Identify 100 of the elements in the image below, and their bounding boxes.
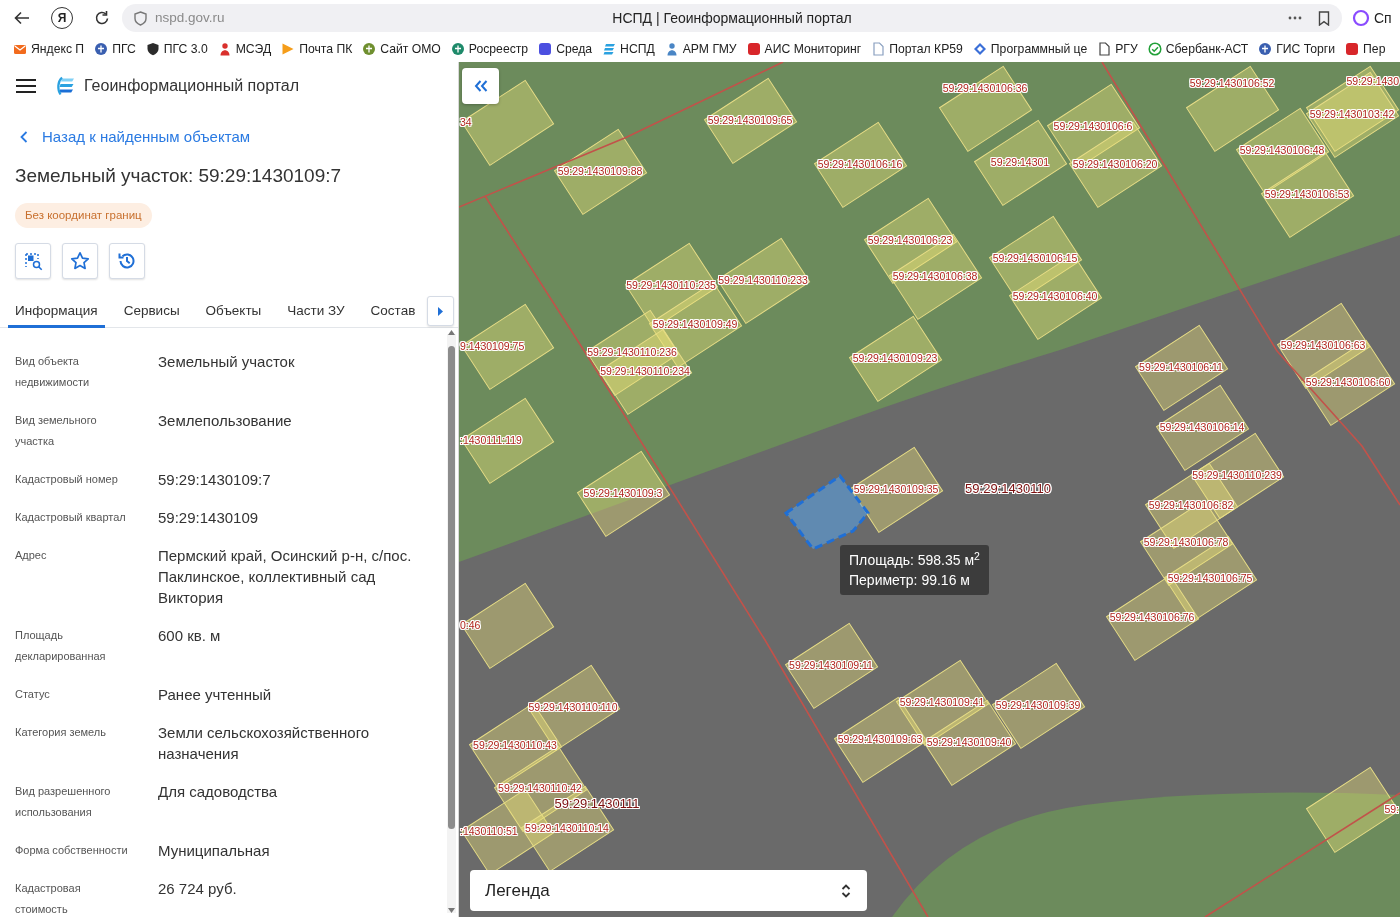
parcel-number-label: :1430111:119 [460,434,522,446]
property-label: Площадь декларированная [15,628,107,664]
area-reading: Площадь: 598.35 м$^{2}$ [849,550,980,570]
tab[interactable]: Состав [363,296,423,328]
object-title: Земельный участок: 59:29:1430109:7 [15,164,342,188]
bookmark-link[interactable]: Яндекс П [13,39,85,59]
stacked-lines-logo-icon [602,42,617,56]
parcel-number-label: 59:29:1430110:233 [718,274,808,286]
scrollbar-thumb[interactable] [448,346,455,829]
triangle-icon [281,42,296,56]
parcel-number-label: 59:29:1430106:48 [1239,144,1325,156]
chevron-up-down-icon [841,882,851,899]
status-badge: Без координат границ [15,203,152,228]
parcel-number-label: 59:29:1430103:42 [1309,108,1395,120]
history-icon [117,251,137,271]
parcel-number-label: 59:29:1430 [1346,75,1399,87]
page-title: НСПД | Геоинформационный портал [612,8,852,28]
tab[interactable]: Информация [8,296,105,328]
tab[interactable]: Части ЗУ [280,296,352,328]
parcel-number-label: 34 [460,116,472,128]
parcel-number-label: 59:29:1430106:40 [1012,290,1098,302]
menu-button[interactable] [16,79,36,93]
reload-icon [94,10,110,26]
parcel-number-label: 59:29:1430106:16 [817,158,903,170]
parcel-number-label: 59:29:1430106:53 [1264,188,1350,200]
area-search-button[interactable] [15,243,51,279]
star-icon [70,251,90,271]
parcel-number-label: 59:29:1430110:234 [600,365,690,377]
parcel-number-label: 59:29:1430109:23 [852,352,938,364]
perimeter-reading: Периметр: 99.16 м [849,571,971,590]
parcel-number-label: 59:29:1430106:82 [1148,499,1234,511]
bookmark-link[interactable]: Пер [1345,39,1386,59]
parcel-number-label: 59:29:1430109:3 [583,487,663,499]
parcel-number-label: 59:29:1430106:11 [1139,361,1223,373]
parcel-number-label: 59:29:1430109:11 [789,659,873,671]
parcel-number-label: 59:29:1430109:35 [853,483,939,495]
bookmark-link[interactable]: Почта ПК [281,39,353,59]
property-value: Землепользование [158,411,293,431]
parcel-number-label: 0:46 [460,619,481,631]
bookmark-link[interactable]: ПГС [94,39,136,59]
diamond-icon [972,42,987,56]
property-label: Категория земель [15,725,107,740]
property-value: Муниципальная [158,841,271,861]
bookmark-link[interactable]: Портал КР59 [871,39,963,59]
parcel-number-label: 59:29:1430110:43 [473,739,557,751]
favorite-button[interactable] [62,243,98,279]
scroll-up-arrow-icon[interactable] [448,330,455,335]
parcel-number-label: :1430110:51 [460,825,518,837]
property-value: 26 724 руб. [158,879,238,899]
tab[interactable]: Объекты [198,296,269,328]
parcel-number-label: 59:29:14301 [990,156,1050,168]
bookmark-link[interactable]: МСЭД [217,39,272,59]
property-label: Вид земельного участка [15,413,98,449]
bookmark-link[interactable]: Среда [538,39,593,59]
parcel-number-label: 59:29:1430106:63 [1280,339,1366,351]
double-chevron-left-icon [473,80,488,92]
bookmark-link[interactable]: Сбербанк-АСТ [1147,39,1249,59]
scroll-down-arrow-icon[interactable] [448,908,455,913]
assistant-button[interactable]: Сп [1352,7,1392,29]
bookmark-link[interactable]: Программный це [972,39,1088,59]
parcel-number-label: 59:29:1430110:239 [1192,469,1282,481]
check-circle-icon [1147,42,1162,56]
bookmark-link[interactable]: НСПД [602,39,655,59]
legend-dropdown[interactable]: Легенда [470,870,867,911]
property-label: Кадастровый номер [15,472,119,487]
parcel-number-label: 59:29:1430110:110 [528,701,618,713]
parcel-number-label: 59:29:1430110:14 [525,822,609,834]
tabs-scroll-button[interactable] [427,296,454,326]
property-value: Земельный участок [158,352,296,372]
yandex-button[interactable]: Я [51,7,73,29]
parcel-number-label: 59:29:1430106:20 [1072,158,1158,170]
chevron-left-icon [20,131,28,143]
bookmark-link[interactable]: ПГС 3.0 [145,39,208,59]
property-label: Адрес [15,548,48,563]
bookmark-link[interactable]: АРМ ГМУ [664,39,737,59]
bookmark-link[interactable]: АИС Мониторинг [746,39,862,59]
property-label: Кадастровый квартал [15,510,127,525]
plus-circle-icon [94,42,109,56]
back-link[interactable]: Назад к найденным объектам [20,127,251,147]
ring-icon [1352,9,1370,27]
history-button[interactable] [109,243,145,279]
parcel-number-label: 59:29:1430110:42 [498,782,582,794]
bookmark-icon[interactable] [1318,10,1330,26]
bookmark-link[interactable]: РГУ [1097,39,1138,59]
property-value: Для садоводства [158,782,279,802]
menu-icon [16,79,36,93]
page-icon [871,42,886,56]
parcel-number-label: 59:29:1430109:49 [652,318,738,330]
bookmark-link[interactable]: Росреестр [450,39,529,59]
tab[interactable]: Сервисы [116,296,187,328]
bookmark-link[interactable]: Сайт ОМО [362,39,441,59]
quarter-number-label: 59:29:1430111 [554,796,640,810]
collapse-panel-button[interactable] [462,68,499,104]
plus-circle-icon [1258,42,1273,56]
parcel-number-label: 59:29:1430109:41 [899,696,985,708]
bookmark-link[interactable]: ГИС Торги [1258,39,1336,59]
parcel-number-label: 9:1430109:75 [460,340,525,352]
caret-right-icon [438,306,443,316]
plus-circle-icon [362,42,377,56]
more-icon[interactable] [1288,16,1302,20]
